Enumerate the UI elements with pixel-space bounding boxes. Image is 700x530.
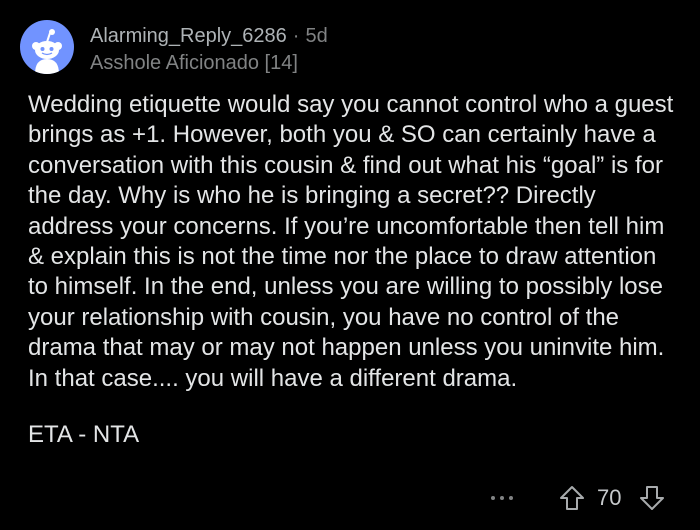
user-avatar[interactable]: [20, 20, 74, 74]
vote-score: 70: [597, 485, 622, 510]
more-options-icon: [500, 496, 504, 500]
more-options-icon: [509, 496, 513, 500]
user-flair: Asshole Aficionado [14]: [90, 52, 298, 74]
comment-verdict: ETA - NTA: [28, 421, 140, 449]
snoo-avatar-icon: [32, 29, 62, 74]
comment-age: 5d: [305, 25, 328, 47]
meta-separator: ·: [292, 25, 300, 47]
downvote-button[interactable]: [638, 484, 666, 512]
comment-body: Wedding etiquette would say you cannot c…: [28, 90, 678, 450]
username-link[interactable]: Alarming_Reply_6286: [90, 25, 287, 47]
comment-paragraph: Wedding etiquette would say you cannot c…: [28, 91, 674, 392]
downvote-arrow-icon: [640, 486, 664, 510]
more-options-button[interactable]: [489, 478, 515, 514]
comment-header: Alarming_Reply_6286 · 5d Asshole Aficionad…: [20, 20, 680, 76]
more-options-icon: [491, 496, 495, 500]
meta-line: Alarming_Reply_6286 · 5d: [90, 24, 328, 48]
comment-actions: 70: [0, 478, 700, 518]
upvote-button[interactable]: [558, 484, 586, 512]
comment-meta: Alarming_Reply_6286 · 5d Asshole Aficionad…: [90, 24, 328, 75]
upvote-arrow-icon: [560, 486, 584, 510]
